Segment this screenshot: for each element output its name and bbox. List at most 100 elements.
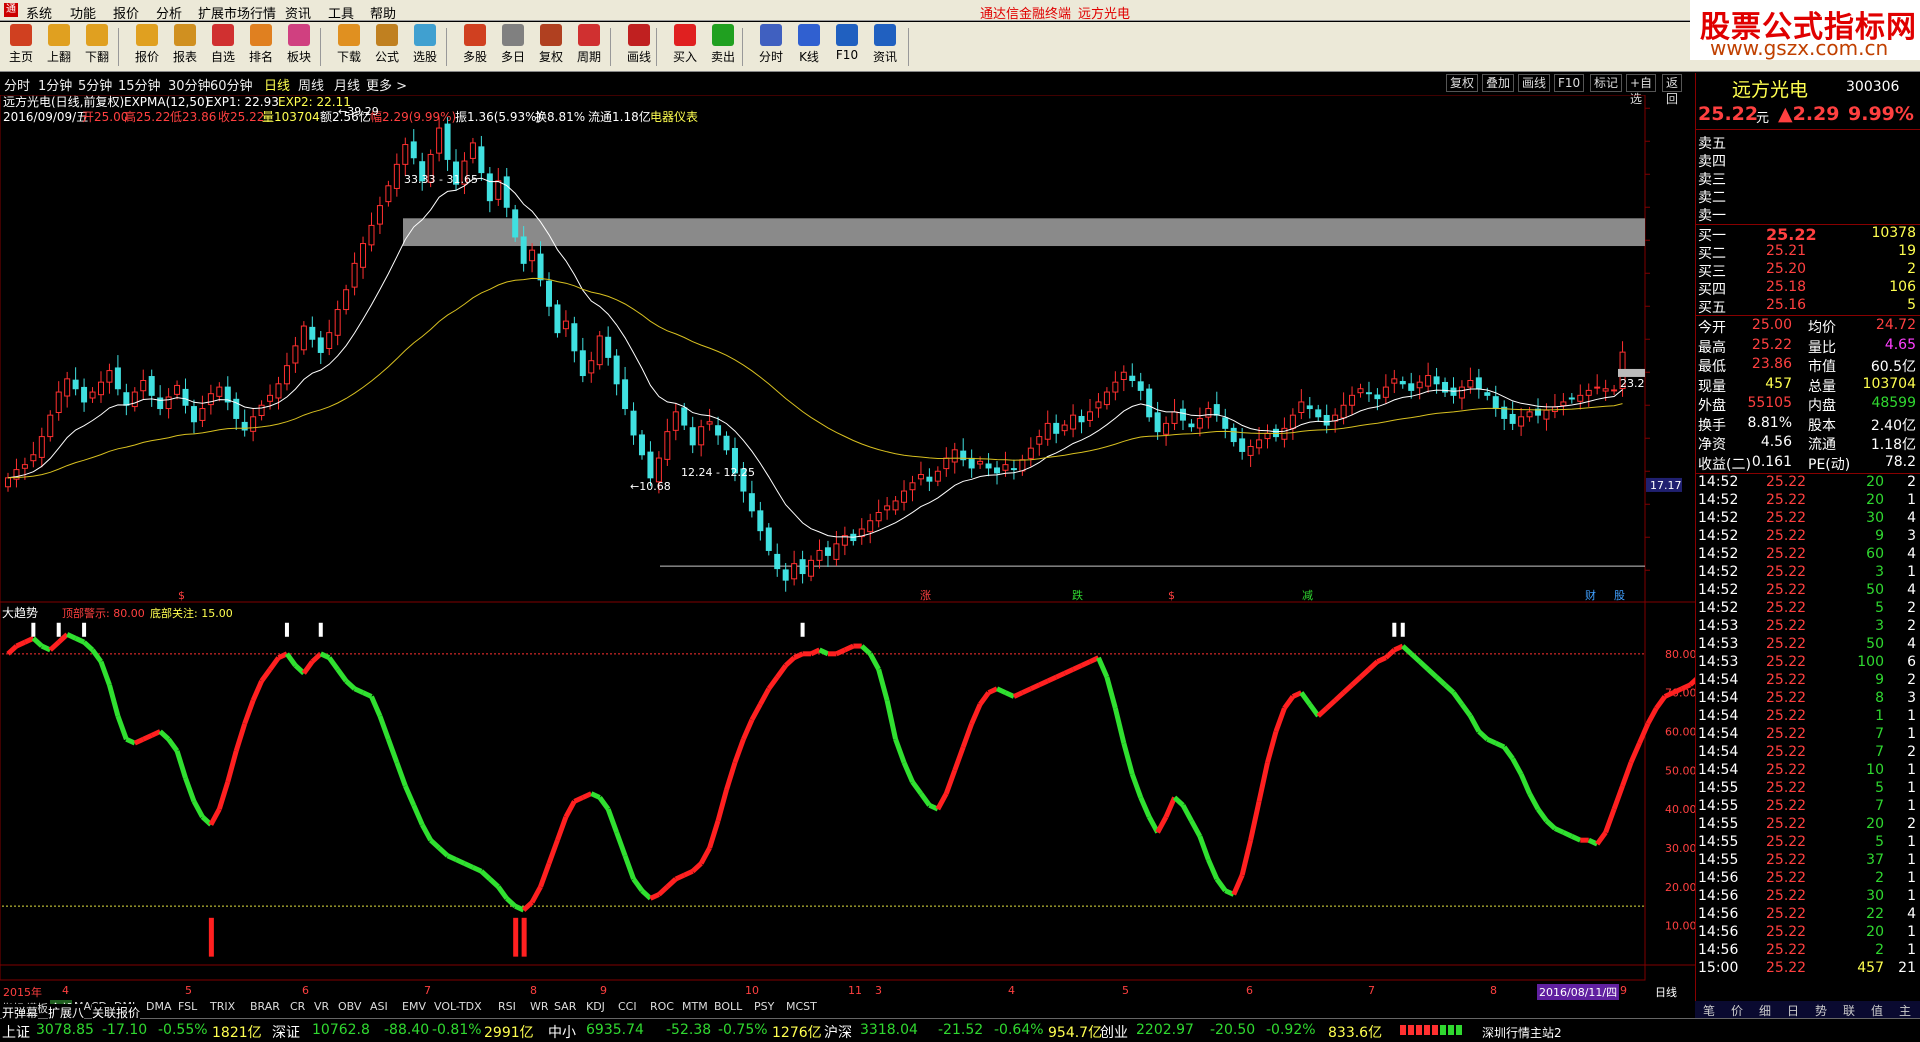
indicator-tab-23[interactable]: PSY	[754, 1000, 774, 1013]
stat-value: 23.86	[1751, 356, 1792, 372]
panel-tab-3[interactable]: 日	[1787, 1002, 1799, 1019]
app-logo-icon[interactable]: 通	[4, 3, 18, 17]
menu-help[interactable]: 帮助	[370, 3, 396, 22]
bid-row[interactable]: 买三 25.20 2	[1696, 261, 1920, 280]
toolbar-button-8[interactable]: 下载	[330, 24, 368, 70]
panel-tab-2[interactable]: 细	[1759, 1002, 1771, 1019]
indicator-tab-13[interactable]: EMV	[402, 1000, 426, 1013]
indicator-tab-22[interactable]: BOLL	[714, 1000, 742, 1013]
chart-button-4[interactable]: 标记	[1590, 74, 1623, 92]
toolbar-button-7[interactable]: 板块	[280, 24, 318, 70]
indicator-tab-21[interactable]: MTM	[682, 1000, 708, 1013]
status-item-25[interactable]: 深圳行情主站2	[1482, 1024, 1562, 1041]
period-tab-0[interactable]: 分时	[4, 75, 30, 94]
toolbar-button-19[interactable]: K线	[790, 24, 828, 70]
toolbar-button-18[interactable]: 分时	[752, 24, 790, 70]
menu-ext-market[interactable]: 扩展市场行情	[198, 3, 276, 22]
date-axis-tab[interactable]: 日线	[1655, 984, 1677, 1000]
indicator-tab-17[interactable]: SAR	[554, 1000, 576, 1013]
event-mark[interactable]: 跌	[1072, 588, 1083, 602]
stat-row: 最高 25.22 量比 4.65	[1696, 337, 1920, 356]
bid-row[interactable]: 买一 25.22 10378	[1696, 225, 1920, 244]
toolbar-button-10[interactable]: 选股	[406, 24, 444, 70]
bid-row[interactable]: 买二 25.21 19	[1696, 243, 1920, 262]
menu-quote[interactable]: 报价	[113, 3, 139, 22]
toolbar-button-5[interactable]: 自选	[204, 24, 242, 70]
period-tab-3[interactable]: 15分钟	[118, 75, 161, 94]
toolbar-button-17[interactable]: 卖出	[704, 24, 742, 70]
chart-button-3[interactable]: F10	[1554, 74, 1585, 92]
main-chart[interactable]: 远方光电(日线,前复权) EXPMA(12,50)EXP1: 22.93 EXP2:…	[0, 95, 1695, 982]
indicator-tab-8[interactable]: BRAR	[250, 1000, 280, 1013]
period-tab-1[interactable]: 1分钟	[38, 75, 72, 94]
toolbar-button-0[interactable]: 主页	[2, 24, 40, 70]
period-tab-7[interactable]: 周线	[298, 75, 324, 94]
menu-news[interactable]: 资讯	[285, 3, 311, 22]
period-tab-5[interactable]: 60分钟	[210, 75, 253, 94]
event-mark[interactable]: 财	[1585, 588, 1596, 602]
indicator-tab-10[interactable]: VR	[314, 1000, 329, 1013]
toolbar-button-2[interactable]: 下翻	[78, 24, 116, 70]
panel-tab-5[interactable]: 联	[1843, 1002, 1855, 1019]
toolbar-button-6[interactable]: 排名	[242, 24, 280, 70]
period-tab-6[interactable]: 日线	[264, 75, 290, 94]
menu-tools[interactable]: 工具	[328, 3, 354, 22]
panel-tab-4[interactable]: 势	[1815, 1002, 1827, 1019]
toolbar-button-9[interactable]: 公式	[368, 24, 406, 70]
toolbar-label: 公式	[374, 50, 399, 64]
event-mark[interactable]: $	[178, 589, 185, 602]
period-tab-9[interactable]: 更多 >	[366, 75, 407, 94]
toolbar-button-15[interactable]: 画线	[620, 24, 658, 70]
event-mark[interactable]: $	[1168, 589, 1175, 602]
menu-function[interactable]: 功能	[70, 3, 96, 22]
toolbar-button-14[interactable]: 周期	[570, 24, 608, 70]
toolbar-button-1[interactable]: 上翻	[40, 24, 78, 70]
chart-button-2[interactable]: 画线	[1518, 74, 1551, 92]
panel-tab-1[interactable]: 价	[1731, 1002, 1743, 1019]
bottom-tab-1[interactable]: 扩展八	[48, 1004, 85, 1021]
period-tab-8[interactable]: 月线	[334, 75, 360, 94]
indicator-tab-9[interactable]: CR	[290, 1000, 305, 1013]
event-mark[interactable]: 涨	[920, 589, 931, 602]
trend-segment	[208, 807, 222, 826]
bottom-tab-2[interactable]: 关联报价	[92, 1004, 141, 1021]
panel-tab-7[interactable]: 主	[1899, 1002, 1911, 1019]
toolbar-button-16[interactable]: 买入	[666, 24, 704, 70]
indicator-tab-11[interactable]: OBV	[338, 1000, 361, 1013]
toolbar-button-12[interactable]: 多日	[494, 24, 532, 70]
chart-button-1[interactable]: 叠加	[1482, 74, 1515, 92]
toolbar-button-4[interactable]: 报表	[166, 24, 204, 70]
bid-row[interactable]: 买五 25.16 5	[1696, 297, 1920, 316]
chart-button-6[interactable]: 返回	[1662, 74, 1683, 106]
menu-analysis[interactable]: 分析	[156, 3, 182, 22]
indicator-tab-16[interactable]: WR	[530, 1000, 549, 1013]
bottom-tab-0[interactable]: 开弹幕	[2, 1004, 39, 1021]
indicator-tab-24[interactable]: MCST	[786, 1000, 817, 1013]
period-tab-4[interactable]: 30分钟	[168, 75, 211, 94]
indicator-tab-12[interactable]: ASI	[370, 1000, 388, 1013]
toolbar-button-20[interactable]: F10	[828, 24, 866, 70]
toolbar-button-11[interactable]: 多股	[456, 24, 494, 70]
period-tab-2[interactable]: 5分钟	[78, 75, 112, 94]
bid-row[interactable]: 买四 25.18 106	[1696, 279, 1920, 298]
toolbar-button-21[interactable]: 资讯	[866, 24, 904, 70]
trend-segment	[1029, 682, 1041, 692]
indicator-tab-14[interactable]: VOL-TDX	[434, 1000, 482, 1013]
sub-axis-label: 50.00	[1665, 764, 1695, 777]
indicator-tab-20[interactable]: ROC	[650, 1000, 674, 1013]
menu-system[interactable]: 系统	[26, 3, 52, 22]
indicator-tab-18[interactable]: KDJ	[586, 1000, 605, 1013]
event-mark[interactable]: 减	[1302, 589, 1313, 602]
panel-tab-6[interactable]: 值	[1871, 1002, 1883, 1019]
chart-button-0[interactable]: 复权	[1446, 74, 1479, 92]
toolbar-button-3[interactable]: 报价	[128, 24, 166, 70]
indicator-tab-15[interactable]: RSI	[498, 1000, 516, 1013]
toolbar-separator	[446, 28, 447, 66]
date-axis-label: 11	[848, 984, 862, 997]
indicator-tab-19[interactable]: CCI	[618, 1000, 637, 1013]
event-mark[interactable]: 股	[1614, 589, 1625, 602]
chart-button-5[interactable]: +自选	[1626, 74, 1657, 106]
panel-tab-0[interactable]: 笔	[1703, 1002, 1715, 1019]
indicator-tab-7[interactable]: TRIX	[210, 1000, 235, 1013]
toolbar-button-13[interactable]: 复权	[532, 24, 570, 70]
